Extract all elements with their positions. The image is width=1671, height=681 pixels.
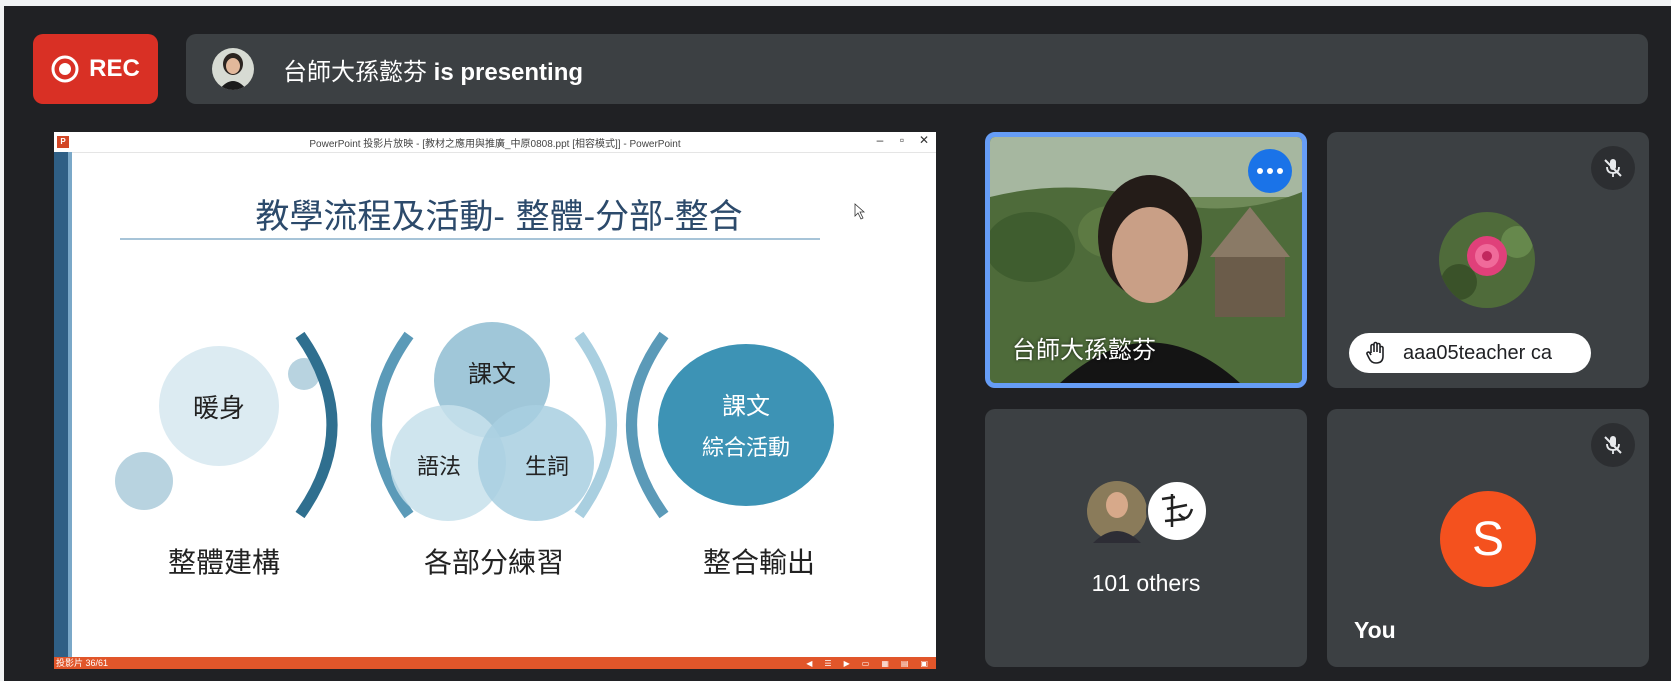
muted-mic-icon [1591, 423, 1635, 467]
statusbar-controls: ◀ ☰ ▶ ▭ ▦ ▤ ▣ [806, 658, 928, 669]
raise-hand-icon [1366, 341, 1384, 364]
presenter-avatar [212, 48, 254, 90]
rec-label: REC [89, 55, 140, 82]
venn-grammar: 語法 [417, 455, 461, 480]
browser-top-strip [0, 0, 1671, 6]
powerpoint-statusbar: 投影片 36/61 ◀ ☰ ▶ ▭ ▦ ▤ ▣ [54, 657, 936, 669]
presenter-name: 台師大孫懿芬 [283, 58, 427, 86]
you-label: You [1354, 617, 1396, 643]
warmup-label: 暖身 [193, 394, 245, 424]
shared-screen: P PowerPoint 投影片放映 - [教材之應用與推廣_中原0808.pp… [54, 132, 936, 669]
normal-view-icon[interactable]: ▭ [862, 658, 870, 669]
menu-icon[interactable]: ☰ [824, 658, 831, 669]
combined-line1: 課文 [722, 392, 770, 420]
muted-mic-icon [1591, 146, 1635, 190]
participant-tile-others[interactable]: 101 others [985, 409, 1307, 667]
browser-left-strip [0, 0, 4, 681]
presenting-status: is presenting [433, 58, 584, 86]
sorter-view-icon[interactable]: ▦ [881, 658, 889, 669]
next-slide-icon[interactable]: ▶ [844, 658, 850, 669]
venn-text-top: 課文 [468, 360, 516, 388]
label-output: 整合輸出 [703, 546, 815, 579]
close-icon[interactable]: ✕ [916, 133, 932, 147]
presenting-banner: 台師大孫懿芬 is presenting [186, 34, 1648, 104]
slide-content: 教學流程及活動- 整體-分部-整合 暖身 課文 語法 生詞 課文 綜合活動 整體… [54, 152, 866, 657]
combined-line2: 綜合活動 [702, 436, 790, 461]
dot-icon [1277, 168, 1283, 174]
others-avatars [1087, 480, 1207, 543]
presenting-text: 台師大孫懿芬 is presenting [283, 52, 583, 87]
participant-name: 台師大孫懿芬 [1012, 337, 1156, 364]
slideshow-icon[interactable]: ▣ [920, 658, 928, 669]
powerpoint-window-title: PowerPoint 投影片放映 - [教材之應用與推廣_中原0808.ppt … [309, 139, 681, 150]
venn-vocab: 生詞 [525, 455, 569, 480]
dot-icon [1267, 168, 1273, 174]
prev-slide-icon[interactable]: ◀ [806, 658, 812, 669]
recording-button[interactable]: REC [33, 34, 158, 104]
participant-tile-aaa05teacher[interactable]: aaa05teacher ca [1327, 132, 1649, 388]
label-whole: 整體建構 [168, 546, 280, 579]
label-parts: 各部分練習 [424, 546, 564, 579]
participant-name: aaa05teacher ca [1403, 341, 1553, 364]
reading-view-icon[interactable]: ▤ [901, 658, 909, 669]
cursor-icon [854, 203, 866, 220]
dot-icon [1257, 168, 1263, 174]
maximize-icon[interactable]: ▫ [894, 133, 910, 147]
slide-count: 投影片 36/61 [56, 658, 109, 668]
slide-title: 教學流程及活動- 整體-分部-整合 [255, 197, 742, 237]
minimize-icon[interactable]: – [872, 133, 888, 147]
powerpoint-titlebar: P PowerPoint 投影片放映 - [教材之應用與推廣_中原0808.pp… [54, 132, 936, 153]
participant-tile-presenter[interactable]: 台師大孫懿芬 [985, 132, 1307, 388]
participant-tile-you[interactable]: S You [1327, 409, 1649, 667]
name-chip: aaa05teacher ca [1349, 333, 1591, 373]
others-count: 101 others [1091, 570, 1201, 596]
more-options-button[interactable] [1248, 149, 1292, 193]
window-controls: – ▫ ✕ [872, 133, 932, 147]
rose-avatar [1439, 212, 1535, 308]
record-icon [51, 55, 79, 83]
user-avatar: S [1440, 491, 1536, 587]
